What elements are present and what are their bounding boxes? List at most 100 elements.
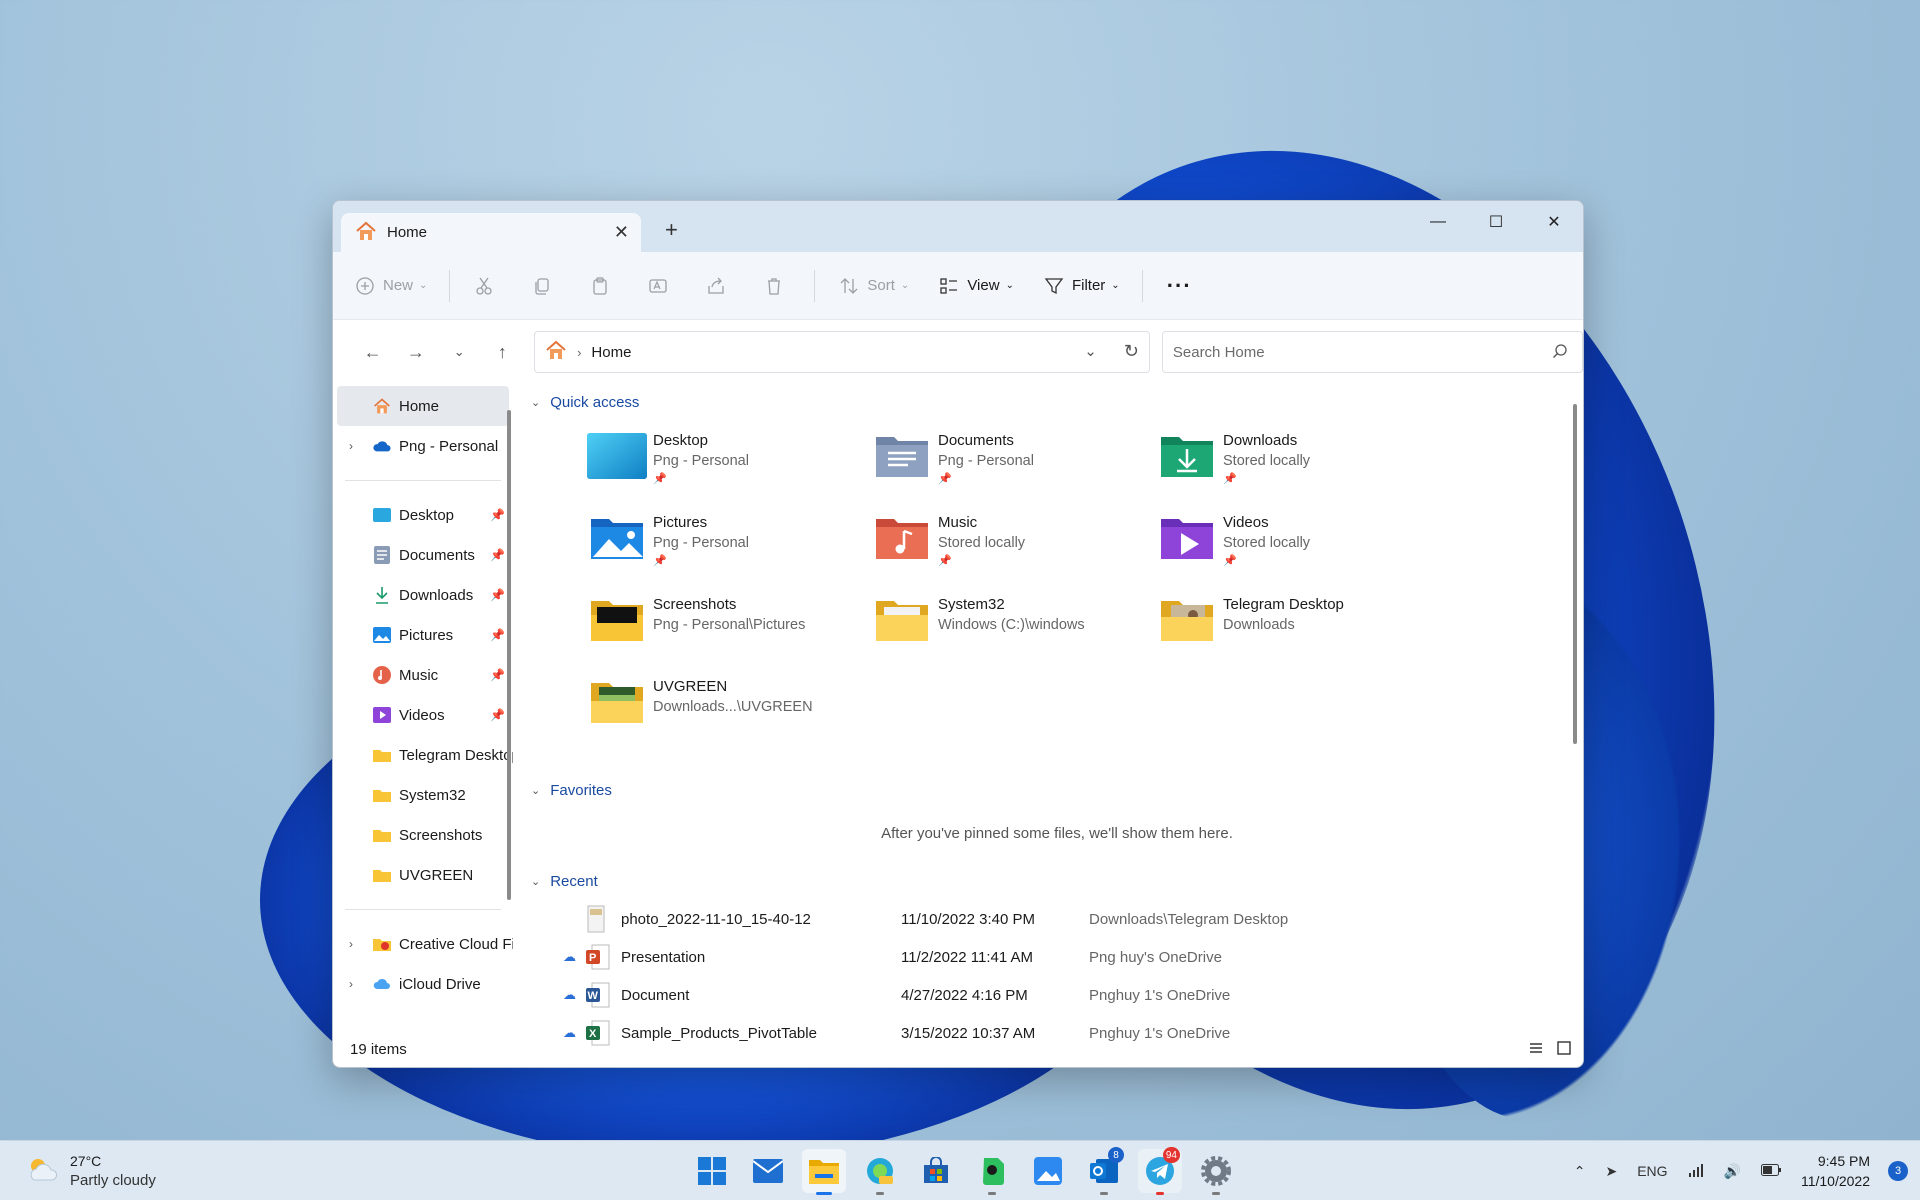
close-window-button[interactable]: ✕	[1525, 207, 1583, 237]
taskbar-mail[interactable]	[746, 1149, 790, 1193]
sidebar-item-videos[interactable]: Videos 📌	[333, 695, 513, 735]
taskbar-evernote[interactable]	[970, 1149, 1014, 1195]
taskbar-photos[interactable]	[1026, 1149, 1070, 1193]
address-bar[interactable]: › Home ⌄ ↻	[534, 331, 1150, 373]
network-icon[interactable]	[1688, 1163, 1704, 1180]
taskbar-outlook[interactable]: 8	[1082, 1147, 1126, 1195]
recent-file-row[interactable]: ☁ W Document 4/27/2022 4:16 PM Pnghuy 1'…	[531, 976, 1583, 1014]
quick-access-item-screenshots[interactable]: Screenshots Png - Personal\Pictures	[587, 595, 872, 663]
taskbar-telegram[interactable]: 94	[1138, 1147, 1182, 1195]
collapse-chevron-icon[interactable]: ⌄	[531, 396, 540, 409]
filter-button[interactable]: Filter ⌄	[1044, 276, 1120, 296]
sidebar-item-label: Music	[399, 666, 439, 684]
sidebar-scrollbar[interactable]	[507, 410, 511, 900]
clock[interactable]: 9:45 PM 11/10/2022	[1801, 1151, 1870, 1191]
quick-access-item-documents[interactable]: Documents Png - Personal 📌	[872, 431, 1157, 499]
new-tab-button[interactable]: +	[665, 217, 678, 243]
item-count: 19 items	[350, 1040, 407, 1058]
gear-icon	[1201, 1156, 1231, 1186]
collapse-chevron-icon[interactable]: ⌄	[531, 784, 540, 797]
taskbar-file-explorer[interactable]	[802, 1149, 846, 1195]
search-input[interactable]: Search Home	[1161, 331, 1583, 373]
delete-button[interactable]	[764, 276, 792, 296]
taskbar-settings[interactable]	[1194, 1149, 1238, 1195]
notification-badge: 94	[1162, 1147, 1180, 1163]
collapse-chevron-icon[interactable]: ⌄	[531, 875, 540, 888]
expand-chevron-icon[interactable]: ›	[349, 439, 353, 453]
quick-access-item-videos[interactable]: Videos Stored locally 📌	[1157, 513, 1442, 581]
favorites-header[interactable]: ⌄ Favorites	[531, 779, 1583, 801]
recent-locations-chevron-icon[interactable]: ⌄	[438, 344, 481, 360]
sidebar-item-screenshots[interactable]: Screenshots	[333, 815, 513, 855]
weather-condition: Partly cloudy	[70, 1172, 156, 1189]
cut-button[interactable]	[474, 276, 502, 296]
search-icon[interactable]	[1552, 343, 1568, 363]
taskbar-edge-canary[interactable]	[858, 1149, 902, 1195]
sidebar-item-onedrive[interactable]: › Png - Personal	[333, 426, 513, 466]
expand-chevron-icon[interactable]: ›	[349, 977, 353, 991]
up-arrow-icon[interactable]: ↑	[481, 342, 524, 363]
battery-icon[interactable]	[1760, 1163, 1781, 1179]
start-button[interactable]	[690, 1149, 734, 1193]
taskbar-store[interactable]	[914, 1149, 958, 1193]
quick-access-item-telegram-desktop[interactable]: Telegram Desktop Downloads	[1157, 595, 1442, 663]
share-button[interactable]	[706, 276, 734, 296]
location-icon[interactable]: ➤	[1605, 1163, 1617, 1180]
videos-folder-icon	[1157, 513, 1219, 565]
more-options-button[interactable]: ···	[1167, 273, 1192, 299]
quick-access-header[interactable]: ⌄ Quick access	[531, 391, 1583, 413]
title-bar: Home ✕ + — ☐ ✕	[333, 201, 1583, 252]
sidebar-item-downloads[interactable]: Downloads 📌	[333, 575, 513, 615]
volume-icon[interactable]: 🔊	[1724, 1163, 1741, 1180]
quick-access-item-pictures[interactable]: Pictures Png - Personal 📌	[587, 513, 872, 581]
recent-file-row[interactable]: photo_2022-11-10_15-40-12 11/10/2022 3:4…	[531, 900, 1583, 938]
details-view-icon[interactable]	[1529, 1041, 1543, 1059]
quick-access-item-system32[interactable]: System32 Windows (C:)\windows	[872, 595, 1157, 663]
quick-access-item-uvgreen[interactable]: UVGREEN Downloads...\UVGREEN	[587, 677, 872, 745]
recent-header[interactable]: ⌄ Recent	[531, 870, 1583, 892]
close-tab-icon[interactable]: ✕	[614, 222, 629, 243]
weather-widget[interactable]: 27°C Partly cloudy	[26, 1151, 156, 1191]
sidebar-item-creative-cloud[interactable]: › Creative Cloud Files	[333, 924, 513, 964]
breadcrumb-home[interactable]: Home	[591, 344, 631, 361]
sort-button[interactable]: Sort ⌄	[839, 276, 909, 296]
item-location: Stored locally	[1223, 453, 1311, 469]
refresh-icon[interactable]: ↻	[1124, 341, 1139, 362]
quick-access-item-downloads[interactable]: Downloads Stored locally 📌	[1157, 431, 1442, 499]
minimize-button[interactable]: —	[1409, 207, 1467, 237]
recent-file-row[interactable]: ☁ P Presentation 11/2/2022 11:41 AM Png …	[531, 938, 1583, 976]
view-button[interactable]: View ⌄	[939, 276, 1014, 296]
sidebar-item-desktop[interactable]: Desktop 📌	[333, 495, 513, 535]
address-dropdown-icon[interactable]: ⌄	[1084, 342, 1097, 360]
sidebar-item-home[interactable]: Home	[337, 386, 509, 426]
paste-button[interactable]	[590, 276, 618, 296]
sidebar-item-music[interactable]: Music 📌	[333, 655, 513, 695]
tiles-view-icon[interactable]	[1557, 1041, 1571, 1059]
file-location: Png huy's OneDrive	[1089, 948, 1222, 966]
image-file-icon	[585, 905, 611, 933]
sidebar-item-icloud[interactable]: › iCloud Drive	[333, 964, 513, 1004]
tab-home[interactable]: Home ✕	[341, 213, 641, 252]
file-location: Pnghuy 1's OneDrive	[1089, 986, 1231, 1004]
new-button[interactable]: New ⌄	[355, 276, 427, 296]
sidebar-item-uvgreen[interactable]: UVGREEN	[333, 855, 513, 895]
sidebar-item-documents[interactable]: Documents 📌	[333, 535, 513, 575]
notification-center-badge[interactable]: 3	[1888, 1161, 1908, 1181]
breadcrumb-chevron-icon[interactable]: ›	[577, 345, 581, 360]
quick-access-item-desktop[interactable]: Desktop Png - Personal 📌	[587, 431, 872, 499]
expand-chevron-icon[interactable]: ›	[349, 937, 353, 951]
maximize-button[interactable]: ☐	[1467, 207, 1525, 237]
rename-button[interactable]	[648, 276, 676, 296]
running-indicator	[1100, 1192, 1108, 1195]
forward-arrow-icon[interactable]: →	[394, 342, 437, 363]
language-indicator[interactable]: ENG	[1637, 1163, 1667, 1179]
back-arrow-icon[interactable]: ←	[351, 342, 394, 363]
home-icon	[355, 221, 377, 245]
content-scrollbar[interactable]	[1573, 404, 1577, 744]
sidebar-item-pictures[interactable]: Pictures 📌	[333, 615, 513, 655]
sidebar-item-system32[interactable]: System32	[333, 775, 513, 815]
quick-access-item-music[interactable]: Music Stored locally 📌	[872, 513, 1157, 581]
copy-button[interactable]	[532, 276, 560, 296]
sidebar-item-telegram-desktop[interactable]: Telegram Desktop	[333, 735, 513, 775]
chevron-up-icon[interactable]: ⌃	[1574, 1163, 1586, 1180]
